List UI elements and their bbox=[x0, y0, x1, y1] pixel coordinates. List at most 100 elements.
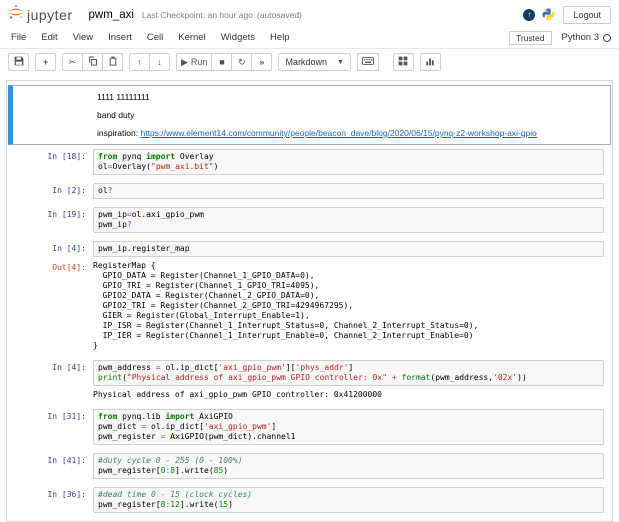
markdown-link[interactable]: https://www.element14.com/community/peop… bbox=[140, 128, 536, 138]
menubar: File Edit View Insert Cell Kernel Widget… bbox=[0, 27, 619, 49]
cut-cell-button[interactable]: ✂ bbox=[62, 53, 83, 71]
extension-grid-button[interactable] bbox=[393, 53, 414, 71]
kernel-idle-icon bbox=[603, 34, 611, 42]
notebook-area: 1111 11111111 band duty inspiration: https… bbox=[0, 76, 619, 522]
input-row: In [2]: ol? bbox=[17, 183, 606, 199]
menu-view[interactable]: View bbox=[70, 29, 101, 46]
output-area: Out[4]:RegisterMap { GPIO_DATA = Registe… bbox=[17, 257, 606, 352]
toolbar: + ✂ ↑ ↓ ▶ Run ■ ↻ » Markdown ▼ bbox=[0, 49, 619, 76]
output-text: RegisterMap { GPIO_DATA = Register(Chann… bbox=[93, 260, 478, 351]
restart-run-all-button[interactable]: » bbox=[251, 53, 272, 71]
code-input[interactable]: from pynq import Overlay ol=Overlay("pwm… bbox=[93, 149, 604, 175]
save-button[interactable] bbox=[8, 53, 29, 71]
code-cell: In [18]: from pynq import Overlay ol=Over… bbox=[8, 145, 611, 179]
markdown-text: inspiration: bbox=[97, 128, 140, 138]
fast-forward-icon: » bbox=[259, 58, 264, 67]
logout-button[interactable]: Logout bbox=[563, 6, 611, 24]
input-row: In [4]: pwm_address = ol.ip_dict['axi_gpi… bbox=[17, 360, 606, 386]
interrupt-kernel-button[interactable]: ■ bbox=[211, 53, 232, 71]
input-row: In [19]:pwm_ip=ol.axi_gpio_pwm pwm_ip? bbox=[17, 207, 606, 233]
menu-insert[interactable]: Insert bbox=[105, 29, 140, 46]
grid-icon bbox=[398, 56, 408, 68]
input-row: In [18]: from pynq import Overlay ol=Over… bbox=[17, 149, 606, 175]
input-prompt: In [2]: bbox=[17, 183, 93, 196]
save-icon bbox=[14, 56, 24, 68]
cell-type-select[interactable]: Markdown ▼ bbox=[278, 53, 350, 71]
restart-icon: ↻ bbox=[238, 58, 246, 67]
input-prompt: In [41]: bbox=[17, 453, 93, 466]
header: jupyter pwm_axi Last Checkpoint: an hour… bbox=[0, 0, 619, 27]
code-input[interactable]: pwm_address = ol.ip_dict['axi_gpio_pwm']… bbox=[93, 360, 604, 386]
notification-icon[interactable]: ↑ bbox=[523, 9, 535, 21]
menu-help[interactable]: Help bbox=[267, 29, 298, 46]
code-cell: In [4]: pwm_address = ol.ip_dict['axi_gpi… bbox=[8, 356, 611, 405]
checkpoint-status: Last Checkpoint: an hour ago bbox=[142, 10, 253, 20]
code-cell: In [41]: #duty cycle 0 - 255 (0 - 100%) p… bbox=[8, 449, 611, 483]
code-input[interactable]: pwm_ip=ol.axi_gpio_pwm pwm_ip? bbox=[93, 207, 604, 233]
restart-kernel-button[interactable]: ↻ bbox=[231, 53, 252, 71]
arrow-up-icon: ↑ bbox=[137, 58, 142, 67]
output-prompt bbox=[17, 389, 93, 400]
autosave-status: (autosaved) bbox=[257, 10, 302, 20]
code-text: from pynq import Overlay ol=Overlay("pwm… bbox=[98, 152, 599, 172]
code-input[interactable]: from pynq.lib import AxiGPIO pwm_dict = … bbox=[93, 409, 604, 445]
markdown-paragraph: 1111 11111111 bbox=[97, 92, 602, 102]
add-cell-button[interactable]: + bbox=[35, 53, 56, 71]
cell-prompt bbox=[17, 89, 93, 141]
markdown-content: 1111 11111111 band duty inspiration: https… bbox=[93, 89, 606, 141]
code-text: pwm_address = ol.ip_dict['axi_gpio_pwm']… bbox=[98, 363, 599, 383]
code-cell: In [31]: from pynq.lib import AxiGPIO pwm… bbox=[8, 405, 611, 449]
jupyter-logo-text: jupyter bbox=[27, 7, 73, 23]
input-prompt: In [18]: bbox=[17, 149, 93, 162]
paste-icon bbox=[108, 56, 118, 68]
kernel-name: Python 3 bbox=[562, 32, 600, 43]
command-palette-button[interactable] bbox=[357, 53, 379, 71]
code-cell: In [4]:pwm_ip.register_mapOut[4]:Registe… bbox=[8, 237, 611, 356]
code-text: ol? bbox=[98, 186, 599, 196]
scissors-icon: ✂ bbox=[69, 58, 77, 67]
code-input[interactable]: #duty cycle 0 - 255 (0 - 100%) pwm_regis… bbox=[93, 453, 604, 479]
code-text: pwm_ip=ol.axi_gpio_pwm pwm_ip? bbox=[98, 210, 599, 230]
code-input[interactable]: pwm_ip.register_map bbox=[93, 241, 604, 257]
code-text: #dead time 0 - 15 (clock cycles) pwm_reg… bbox=[98, 490, 599, 510]
menu-file[interactable]: File bbox=[8, 29, 34, 46]
cell-type-value: Markdown bbox=[285, 57, 327, 67]
extension-chart-button[interactable] bbox=[420, 53, 441, 71]
notebook-title[interactable]: pwm_axi bbox=[89, 9, 134, 21]
copy-cell-button[interactable] bbox=[82, 53, 103, 71]
output-text: Physical address of axi_gpio_pwm GPIO co… bbox=[93, 389, 382, 400]
input-row: In [4]:pwm_ip.register_map bbox=[17, 241, 606, 257]
output-area: Physical address of axi_gpio_pwm GPIO co… bbox=[17, 386, 606, 401]
input-prompt: In [36]: bbox=[17, 487, 93, 500]
markdown-cell[interactable]: 1111 11111111 band duty inspiration: https… bbox=[8, 85, 611, 145]
copy-icon bbox=[88, 56, 98, 68]
stop-icon: ■ bbox=[219, 58, 224, 67]
plus-icon: + bbox=[43, 58, 48, 67]
move-cell-up-button[interactable]: ↑ bbox=[129, 53, 150, 71]
move-cell-down-button[interactable]: ↓ bbox=[149, 53, 170, 71]
chevron-down-icon: ▼ bbox=[337, 59, 344, 66]
jupyter-planet-icon bbox=[8, 4, 24, 25]
markdown-paragraph: inspiration: https://www.element14.com/c… bbox=[97, 128, 602, 138]
code-cell: In [19]:pwm_ip=ol.axi_gpio_pwm pwm_ip? bbox=[8, 203, 611, 237]
code-text: #duty cycle 0 - 255 (0 - 100%) pwm_regis… bbox=[98, 456, 599, 476]
code-input[interactable]: #dead time 0 - 15 (clock cycles) pwm_reg… bbox=[93, 487, 604, 513]
input-row: In [41]: #duty cycle 0 - 255 (0 - 100%) p… bbox=[17, 453, 606, 479]
arrow-down-icon: ↓ bbox=[157, 58, 162, 67]
input-row: In [36]: #dead time 0 - 15 (clock cycles)… bbox=[17, 487, 606, 513]
trusted-badge[interactable]: Trusted bbox=[509, 31, 552, 45]
menu-edit[interactable]: Edit bbox=[38, 29, 65, 46]
run-button[interactable]: ▶ Run bbox=[176, 53, 212, 71]
code-text: from pynq.lib import AxiGPIO pwm_dict = … bbox=[98, 412, 599, 442]
input-prompt: In [4]: bbox=[17, 241, 93, 254]
menu-widgets[interactable]: Widgets bbox=[218, 29, 263, 46]
code-input[interactable]: ol? bbox=[93, 183, 604, 199]
menu-kernel[interactable]: Kernel bbox=[175, 29, 213, 46]
markdown-paragraph: band duty bbox=[97, 110, 602, 120]
jupyter-logo[interactable]: jupyter bbox=[8, 4, 73, 25]
kernel-indicator: Python 3 bbox=[562, 32, 612, 43]
paste-cell-button[interactable] bbox=[102, 53, 123, 71]
input-prompt: In [31]: bbox=[17, 409, 93, 422]
input-prompt: In [4]: bbox=[17, 360, 93, 373]
menu-cell[interactable]: Cell bbox=[144, 29, 171, 46]
